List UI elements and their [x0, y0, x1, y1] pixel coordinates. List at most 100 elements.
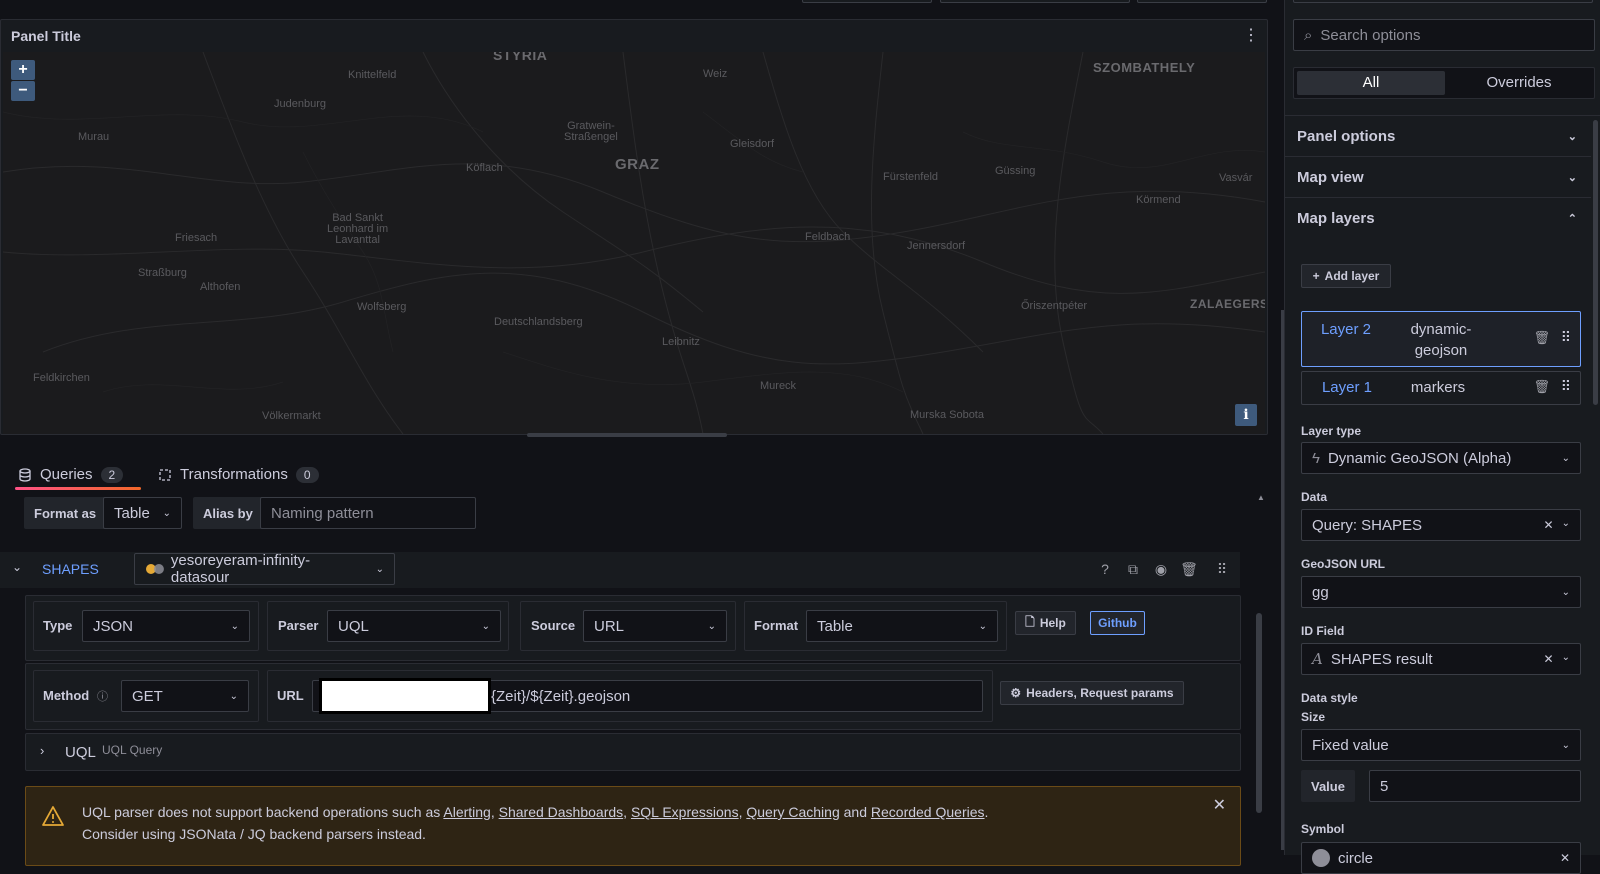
alias-by-input[interactable]: Naming pattern [260, 497, 476, 529]
datasource-name: yesoreyeram-infinity-datasour [170, 552, 311, 586]
id-field-label: ID Field [1301, 624, 1345, 638]
map-label: Güssing [995, 165, 1036, 177]
add-layer-label: Add layer [1324, 269, 1380, 283]
panel-resize-handle[interactable] [527, 433, 727, 437]
help-button-label: Help [1039, 616, 1066, 630]
headers-request-params-button[interactable]: ⚙ Headers, Request params [1000, 681, 1184, 705]
parser-value: UQL [338, 617, 369, 635]
url-input[interactable]: {Zeit}/${Zeit}.geojson [312, 678, 983, 714]
method-select[interactable]: GET ⌄ [121, 680, 249, 712]
layer-type-select[interactable]: ϟ Dynamic GeoJSON (Alpha) ⌄ [1301, 442, 1581, 474]
chevron-down-icon: ⌄ [229, 690, 238, 702]
size-select[interactable]: Fixed value ⌄ [1301, 729, 1581, 761]
map-label: Althofen [200, 281, 241, 293]
alert-text: UQL parser does not support backend oper… [82, 804, 444, 820]
zoom-in-button[interactable]: + [11, 60, 35, 80]
map-label: Gratwein- Straßengel [564, 120, 618, 143]
top-toolbar-button-1[interactable] [802, 0, 932, 3]
clear-icon[interactable]: ✕ [1560, 851, 1570, 865]
data-style-label: Data style [1301, 691, 1358, 705]
tab-queries[interactable]: Queries 2 [18, 466, 124, 483]
section-panel-options[interactable]: Panel options ⌄ [1285, 116, 1591, 157]
size-value: Fixed value [1312, 736, 1389, 754]
tab-transformations-label: Transformations [180, 466, 288, 483]
help-circle-icon[interactable]: ? [1095, 559, 1115, 579]
data-label: Data [1301, 490, 1328, 504]
section-title: Map view [1297, 168, 1364, 186]
link-recorded-queries[interactable]: Recorded Queries [871, 804, 985, 820]
type-select[interactable]: JSON ⌄ [82, 610, 250, 642]
layer-row-2[interactable]: Layer 2 dynamic-geojson 🗑 ⠿ [1301, 311, 1581, 367]
source-select[interactable]: URL ⌄ [583, 610, 727, 642]
tab-all[interactable]: All [1297, 71, 1445, 95]
tab-transformations[interactable]: Transformations 0 [158, 466, 319, 483]
section-map-layers[interactable]: Map layers ⌃ [1285, 198, 1591, 239]
link-alerting[interactable]: Alerting [443, 804, 490, 820]
format-as-select[interactable]: Table ⌄ [103, 497, 182, 529]
map-label: Bad Sankt Leonhard im Lavanttal [327, 212, 389, 246]
chevron-right-icon[interactable]: › [40, 743, 44, 758]
top-toolbar-button-2[interactable] [940, 0, 1130, 3]
datasource-picker[interactable]: yesoreyeram-infinity-datasour ⌄ [134, 552, 395, 586]
symbol-label: Symbol [1301, 822, 1345, 836]
link-shared-dashboards[interactable]: Shared Dashboards [499, 804, 624, 820]
zoom-out-button[interactable]: − [11, 81, 35, 101]
options-pane-top-edge [1293, 0, 1593, 3]
map-label: Murau [78, 131, 110, 143]
options-scrollbar-thumb[interactable] [1593, 120, 1598, 405]
id-field-select[interactable]: A SHAPES result ✕ ⌄ [1301, 643, 1581, 675]
query-scrollbar-thumb[interactable] [1256, 613, 1262, 813]
link-sql-expressions[interactable]: SQL Expressions [631, 804, 739, 820]
chevron-down-icon: ⌄ [230, 620, 239, 632]
trash-icon[interactable]: 🗑 [1533, 379, 1550, 395]
uql-section[interactable] [25, 733, 1241, 771]
uql-title: UQL [65, 744, 96, 761]
layer-type-label: Layer type [1301, 424, 1362, 438]
plus-icon: + [1312, 269, 1320, 283]
link-query-caching[interactable]: Query Caching [746, 804, 839, 820]
drag-handle-icon[interactable]: ⠿ [1212, 559, 1232, 579]
alert-text-line2: Consider using JSONata / JQ backend pars… [82, 826, 426, 842]
map-label: Gleisdorf [730, 138, 775, 150]
transformations-count-badge: 0 [295, 466, 319, 483]
close-icon[interactable]: ✕ [1213, 795, 1226, 815]
section-map-view[interactable]: Map view ⌄ [1285, 157, 1591, 198]
parser-select[interactable]: UQL ⌄ [327, 610, 501, 642]
clear-icon[interactable]: ✕ [1544, 518, 1554, 532]
collapse-query-chevron-icon[interactable]: ⌄ [12, 560, 22, 574]
map-label: Köflach [466, 162, 503, 174]
section-title: Panel options [1297, 127, 1396, 145]
layer-row-1[interactable]: Layer 1 markers 🗑 ⠿ [1301, 371, 1581, 405]
panel-menu-icon[interactable]: ⋮ [1241, 26, 1261, 46]
clear-icon[interactable]: ✕ [1544, 652, 1554, 666]
drag-handle-icon[interactable]: ⠿ [1561, 329, 1571, 346]
data-select[interactable]: Query: SHAPES ✕ ⌄ [1301, 509, 1581, 541]
symbol-select[interactable]: circle ✕ [1301, 842, 1581, 874]
chevron-down-icon: ⌄ [978, 620, 987, 632]
datasource-logo-icon [145, 564, 164, 574]
format-select[interactable]: Table ⌄ [806, 610, 998, 642]
query-ref-id[interactable]: SHAPES [42, 561, 99, 577]
map-attribution-info-button[interactable]: i [1235, 404, 1257, 426]
duplicate-query-icon[interactable]: ⧉ [1123, 559, 1143, 579]
help-button[interactable]: 🗋 Help [1015, 611, 1076, 635]
geomap[interactable]: + − STYRIA SZOMBATHELY Knittelfeld Weiz … [3, 52, 1265, 434]
tab-overrides[interactable]: Overrides [1445, 71, 1593, 95]
query-scrollbar[interactable]: ▲ [1255, 493, 1265, 855]
symbol-value: circle [1338, 849, 1374, 867]
add-layer-button[interactable]: + Add layer [1301, 264, 1391, 288]
drag-handle-icon[interactable]: ⠿ [1561, 378, 1571, 395]
trash-icon[interactable]: 🗑 [1533, 330, 1550, 346]
search-options-input[interactable]: ⌕ Search options [1293, 19, 1595, 51]
top-toolbar-button-3[interactable] [1137, 0, 1267, 3]
map-label: Weiz [703, 68, 728, 80]
alert-text: and [839, 804, 871, 820]
alias-placeholder: Naming pattern [271, 504, 374, 522]
eye-icon[interactable]: ◉ [1151, 559, 1171, 579]
github-button[interactable]: Github [1090, 611, 1145, 635]
trash-icon[interactable]: 🗑 [1179, 559, 1199, 579]
panel-title: Panel Title [11, 28, 81, 44]
value-input[interactable]: 5 [1369, 770, 1581, 802]
size-label: Size [1301, 710, 1326, 724]
geojson-url-select[interactable]: gg ⌄ [1301, 576, 1581, 608]
